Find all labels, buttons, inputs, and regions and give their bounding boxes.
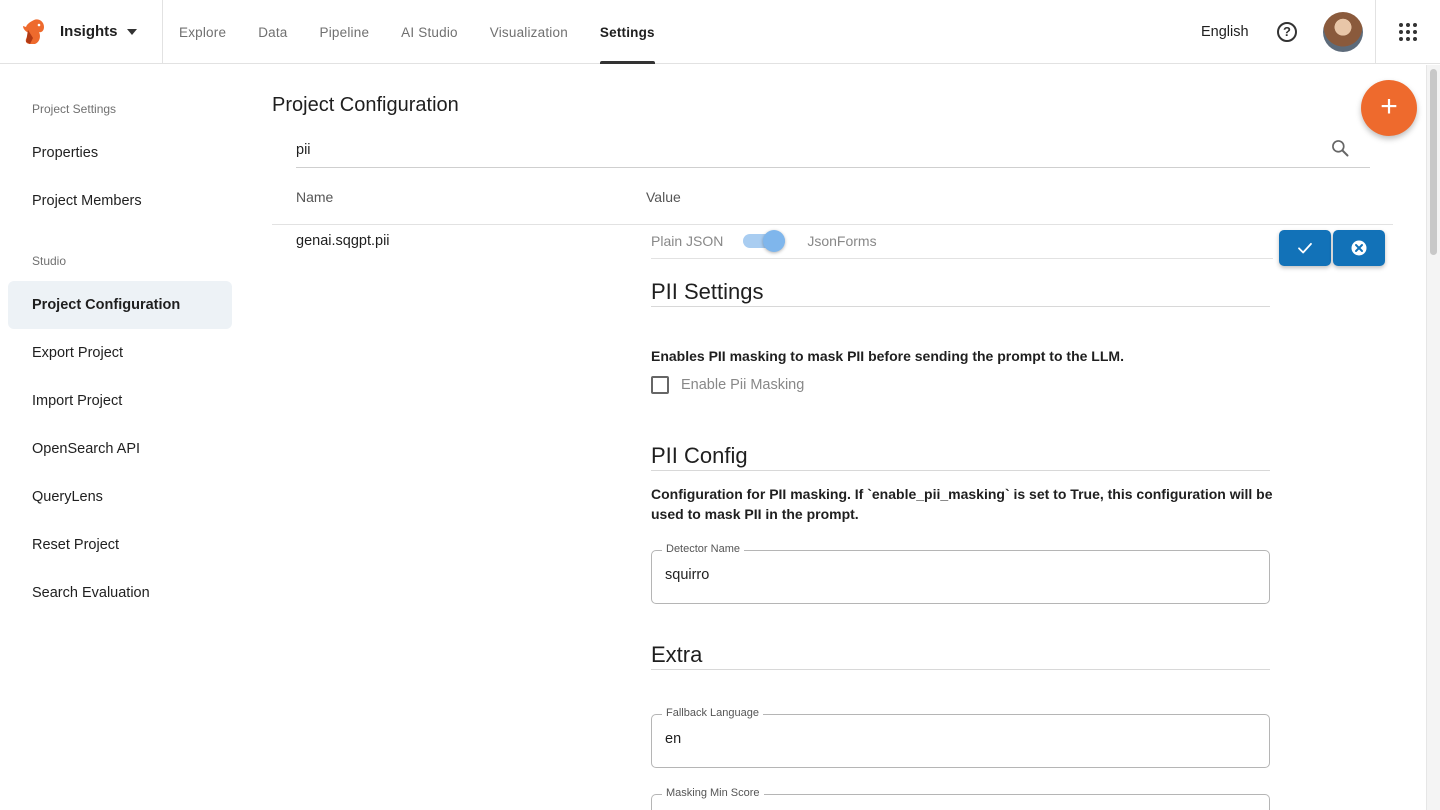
sidebar-item-project-configuration[interactable]: Project Configuration bbox=[8, 281, 232, 329]
check-icon bbox=[1298, 242, 1312, 254]
pii-config-description: Configuration for PII masking. If `enabl… bbox=[651, 486, 1273, 522]
sidebar-item-export-project[interactable]: Export Project bbox=[8, 329, 232, 377]
enable-pii-masking-row[interactable]: Enable Pii Masking bbox=[651, 376, 804, 394]
view-mode-toggle: Plain JSON JsonForms bbox=[651, 229, 877, 253]
detector-name-label: Detector Name bbox=[662, 543, 744, 555]
page-scrollbar[interactable] bbox=[1426, 65, 1440, 810]
tab-pipeline[interactable]: Pipeline bbox=[304, 0, 386, 64]
fallback-language-field: Fallback Language bbox=[651, 707, 1270, 768]
sidebar-item-project-members[interactable]: Project Members bbox=[8, 177, 232, 225]
enable-pii-masking-label: Enable Pii Masking bbox=[681, 377, 805, 393]
detector-name-field: Detector Name bbox=[651, 543, 1270, 604]
cancel-button[interactable] bbox=[1333, 230, 1385, 266]
close-circle-icon bbox=[1351, 240, 1367, 256]
pii-settings-divider bbox=[651, 306, 1270, 307]
header-divider-line bbox=[272, 224, 1393, 225]
search-input[interactable] bbox=[296, 132, 1296, 168]
sidebar-item-reset-project[interactable]: Reset Project bbox=[8, 521, 232, 569]
tab-ai-studio[interactable]: AI Studio bbox=[385, 0, 474, 64]
column-header-name: Name bbox=[296, 189, 334, 205]
help-icon[interactable]: ? bbox=[1277, 22, 1297, 42]
sidebar-item-import-project[interactable]: Import Project bbox=[8, 377, 232, 425]
config-key-name: genai.sqgpt.pii bbox=[296, 233, 390, 249]
tab-settings[interactable]: Settings bbox=[584, 0, 671, 64]
sidebar-section-studio: Studio bbox=[32, 254, 67, 268]
masking-min-score-field: Masking Min Score bbox=[651, 787, 1270, 810]
extra-title: Extra bbox=[651, 642, 703, 667]
sidebar-section-project-settings: Project Settings bbox=[32, 102, 117, 116]
tab-explore[interactable]: Explore bbox=[163, 0, 242, 64]
fallback-language-label: Fallback Language bbox=[662, 707, 763, 719]
fallback-language-input[interactable] bbox=[665, 731, 1255, 747]
toggle-label-jsonforms: JsonForms bbox=[807, 233, 877, 249]
column-header-value: Value bbox=[646, 189, 681, 205]
scrollbar-thumb[interactable] bbox=[1430, 69, 1437, 255]
sidebar-item-properties[interactable]: Properties bbox=[8, 129, 232, 177]
app-name: Insights bbox=[60, 23, 118, 40]
header-divider bbox=[1375, 0, 1376, 64]
main-nav: Explore Data Pipeline AI Studio Visualiz… bbox=[163, 0, 671, 64]
tab-data[interactable]: Data bbox=[242, 0, 303, 64]
language-selector[interactable]: English bbox=[1201, 24, 1249, 40]
sidebar-item-search-evaluation[interactable]: Search Evaluation bbox=[8, 569, 232, 617]
pii-config-title: PII Config bbox=[651, 443, 748, 468]
apps-grid-icon[interactable] bbox=[1399, 23, 1417, 41]
pii-settings-title: PII Settings bbox=[651, 279, 764, 304]
top-bar: Insights Explore Data Pipeline AI Studio… bbox=[0, 0, 1440, 64]
tab-visualization[interactable]: Visualization bbox=[474, 0, 584, 64]
toggle-divider bbox=[651, 258, 1273, 259]
pii-config-divider bbox=[651, 470, 1270, 471]
masking-min-score-label: Masking Min Score bbox=[662, 787, 764, 799]
avatar[interactable] bbox=[1323, 12, 1363, 52]
search-bar bbox=[296, 132, 1370, 168]
masking-min-score-input[interactable] bbox=[665, 803, 1255, 810]
search-icon[interactable] bbox=[1330, 138, 1350, 158]
save-button[interactable] bbox=[1279, 230, 1331, 266]
add-button[interactable]: + bbox=[1361, 80, 1417, 136]
detector-name-input[interactable] bbox=[665, 567, 1255, 583]
view-mode-switch[interactable] bbox=[743, 229, 786, 253]
caret-down-icon bbox=[127, 29, 137, 35]
pii-settings-description: Enables PII masking to mask PII before s… bbox=[651, 348, 1124, 364]
sidebar-item-querylens[interactable]: QueryLens bbox=[8, 473, 232, 521]
enable-pii-masking-checkbox[interactable] bbox=[651, 376, 669, 394]
sidebar: Project Settings Properties Project Memb… bbox=[0, 65, 240, 810]
extra-divider bbox=[651, 669, 1270, 670]
sidebar-item-opensearch-api[interactable]: OpenSearch API bbox=[8, 425, 232, 473]
app-switcher[interactable]: Insights bbox=[0, 0, 163, 64]
squirrel-logo-icon bbox=[23, 19, 44, 44]
toggle-label-plain-json: Plain JSON bbox=[651, 233, 724, 249]
page-title: Project Configuration bbox=[272, 94, 459, 116]
